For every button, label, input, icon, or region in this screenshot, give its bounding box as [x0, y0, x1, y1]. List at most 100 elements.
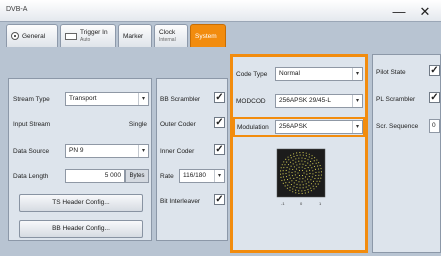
constellation-point [304, 158, 306, 160]
bb-scrambler-checkbox[interactable]: ✓ [214, 92, 225, 103]
constellation-point [311, 176, 313, 178]
constellation-point [295, 180, 297, 182]
tab-clock[interactable]: Clock Internal [154, 24, 188, 47]
input-stream-value: Single [128, 121, 147, 128]
ts-header-config-button[interactable]: TS Header Config... [19, 194, 143, 212]
rate-label: Rate [160, 173, 174, 180]
constellation-point [283, 161, 285, 163]
constellation-point [316, 180, 318, 182]
constellation-point [309, 164, 311, 166]
outer-coder-label: Outer Coder [160, 121, 196, 128]
constellation-point [314, 183, 316, 185]
input-stream-label: Input Stream [13, 121, 51, 128]
data-source-select[interactable]: PN 9 ▾ [65, 144, 149, 158]
constellation-tick-right: 1 [319, 201, 322, 206]
tab-general[interactable]: General [6, 24, 58, 47]
trigger-icon [65, 33, 77, 40]
constellation-point [286, 161, 288, 163]
constellation-point [304, 180, 306, 182]
constellation-point [307, 189, 309, 191]
constellation-point [285, 176, 288, 178]
data-length-unit[interactable]: Bytes [125, 169, 149, 183]
tab-marker[interactable]: Marker [118, 24, 152, 47]
pl-scrambler-label: PL Scrambler [376, 96, 416, 103]
outer-coder-checkbox[interactable]: ✓ [214, 117, 225, 128]
tab-trigger-in[interactable]: Trigger In Auto [60, 24, 116, 47]
pilot-panel: Pilot State ✓ PL Scrambler ✓ Scr. Sequen… [372, 54, 441, 253]
constellation-point [288, 174, 290, 176]
constellation-point [312, 180, 315, 182]
constellation-point [314, 168, 317, 170]
constellation-point [298, 160, 300, 162]
constellation-point [299, 184, 301, 186]
modcod-select[interactable]: 256APSK 29/45-L ▾ [275, 94, 363, 108]
constellation-point [302, 184, 304, 186]
constellation-point [290, 154, 292, 156]
constellation-point [293, 153, 295, 155]
constellation-point [307, 178, 309, 180]
bb-scrambler-label: BB Scrambler [160, 96, 201, 103]
constellation-point [315, 175, 317, 177]
minimize-button[interactable]: — [388, 4, 410, 19]
constellation-point [280, 170, 282, 172]
constellation-point [315, 162, 317, 164]
stream-type-select[interactable]: Transport ▾ [65, 92, 149, 106]
code-type-select[interactable]: Normal ▾ [275, 67, 363, 81]
chevron-down-icon: ▾ [214, 170, 224, 182]
constellation-point [293, 177, 295, 179]
constellation-point [298, 169, 301, 171]
constellation-point [309, 169, 311, 171]
constellation-point [308, 153, 310, 155]
constellation-point [312, 170, 314, 172]
constellation-point [297, 172, 299, 174]
tab-system[interactable]: System [190, 24, 226, 47]
constellation-point [305, 164, 307, 166]
constellation-point [313, 165, 316, 167]
scr-sequence-input[interactable]: 0 [429, 119, 440, 133]
constellation-point [296, 152, 298, 154]
constellation-point [301, 160, 303, 162]
constellation-point [298, 181, 300, 183]
constellation-point [296, 154, 298, 156]
window-title: DVB-A [6, 6, 28, 13]
constellation-point [305, 155, 307, 157]
constellation-point [306, 170, 308, 172]
constellation-point [292, 159, 294, 161]
modulation-select[interactable]: 256APSK ▾ [275, 120, 363, 134]
modcod-value: 256APSK 29/45-L [279, 97, 332, 104]
data-source-value: PN 9 [69, 147, 84, 154]
constellation-point [299, 151, 301, 154]
constellation-point [304, 176, 307, 178]
constellation-point [299, 187, 301, 189]
bb-header-config-button[interactable]: BB Header Config... [19, 220, 143, 238]
constellation-point [314, 178, 316, 180]
constellation-point [312, 185, 314, 187]
constellation-point [302, 152, 304, 154]
constellation-point [287, 156, 289, 158]
pl-scrambler-checkbox[interactable]: ✓ [429, 92, 440, 103]
constellation-point [293, 185, 295, 187]
constellation-point [298, 190, 300, 192]
close-button[interactable]: ✕ [414, 4, 436, 19]
inner-coder-checkbox[interactable]: ✓ [214, 144, 225, 155]
constellation-point [296, 164, 298, 166]
constellation-point [279, 173, 282, 175]
check-icon: ✓ [430, 65, 439, 76]
rate-select[interactable]: 116/180 ▾ [179, 169, 225, 183]
tab-bar: General Trigger In Auto Marker Clock Int… [6, 24, 436, 48]
coder-panel: BB Scrambler ✓ Outer Coder ✓ Inner Coder… [156, 78, 228, 241]
constellation-point [287, 184, 289, 186]
constellation-point [298, 157, 300, 159]
modcod-label: MODCOD [236, 98, 266, 105]
constellation-point [310, 179, 312, 181]
tab-label: General [22, 33, 46, 40]
code-type-label: Code Type [236, 71, 268, 78]
bit-interleaver-checkbox[interactable]: ✓ [214, 194, 225, 205]
constellation-point [296, 176, 298, 179]
data-length-input[interactable]: 5 000 [65, 169, 125, 183]
constellation-point [286, 179, 289, 181]
pilot-state-checkbox[interactable]: ✓ [429, 65, 440, 76]
tab-sublabel: Auto [80, 37, 91, 43]
constellation-point [308, 181, 310, 183]
constellation-tick-center: 0 [300, 201, 303, 206]
